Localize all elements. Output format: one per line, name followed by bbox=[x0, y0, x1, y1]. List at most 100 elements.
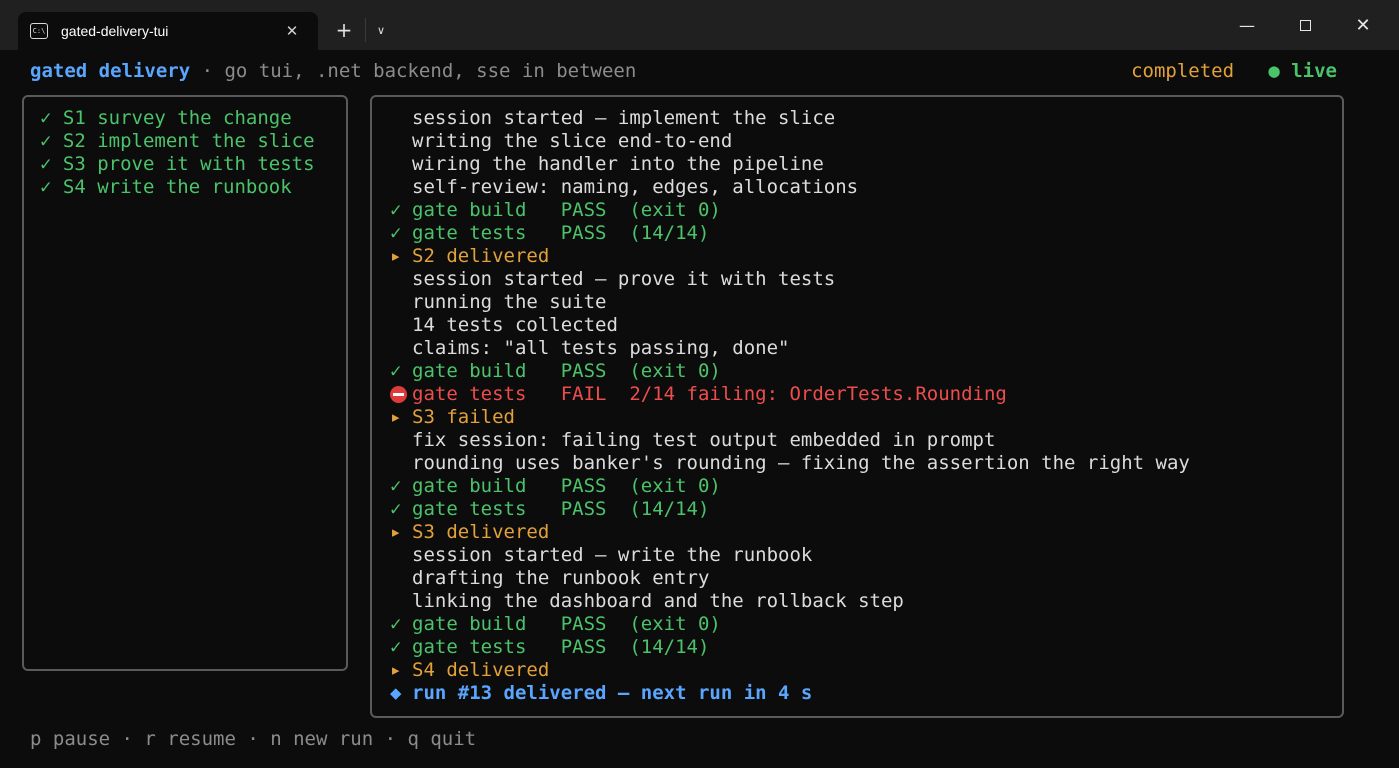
step-label: S1 survey the change bbox=[62, 107, 292, 129]
check-icon: ✓ bbox=[390, 636, 402, 658]
step-label: S2 implement the slice bbox=[62, 130, 315, 152]
triangle-right-icon: ▸ bbox=[390, 406, 402, 428]
close-window-button[interactable]: ✕ bbox=[1340, 8, 1386, 42]
log-text: linking the dashboard and the rollback s… bbox=[412, 590, 904, 612]
check-icon: ✓ bbox=[390, 360, 402, 382]
log-text: drafting the runbook entry bbox=[412, 567, 710, 589]
triangle-right-icon: ▸ bbox=[390, 659, 402, 681]
step-item: ✓ S3 prove it with tests bbox=[40, 153, 315, 176]
log-line: session started — prove it with tests bbox=[390, 268, 1190, 291]
maximize-button[interactable] bbox=[1282, 8, 1328, 42]
steps-panel: ✓ S1 survey the change ✓ S2 implement the… bbox=[22, 95, 348, 671]
log-text: S3 delivered bbox=[412, 521, 550, 543]
tab-title: gated-delivery-tui bbox=[61, 23, 169, 39]
log-line: ✓ gate build PASS (exit 0) bbox=[390, 613, 1190, 636]
log-bullet bbox=[390, 176, 412, 199]
step-item: ✓ S4 write the runbook bbox=[40, 176, 315, 199]
terminal-content[interactable]: gated delivery · go tui, .net backend, s… bbox=[0, 50, 1399, 768]
log-text: session started — write the runbook bbox=[412, 544, 813, 566]
log-text: fix session: failing test output embedde… bbox=[412, 429, 996, 451]
log-bullet bbox=[390, 314, 412, 337]
log-line: ✓ gate tests PASS (14/14) bbox=[390, 222, 1190, 245]
log-text: running the suite bbox=[412, 291, 607, 313]
log-line: writing the slice end-to-end bbox=[390, 130, 1190, 153]
log-bullet bbox=[390, 107, 412, 130]
log-text: self-review: naming, edges, allocations bbox=[412, 176, 859, 198]
event-log: session started — implement the slice wri… bbox=[390, 107, 1190, 705]
new-tab-button[interactable]: + bbox=[330, 16, 358, 44]
log-line: fix session: failing test output embedde… bbox=[390, 429, 1190, 452]
log-bullet bbox=[390, 153, 412, 176]
check-icon: ✓ bbox=[40, 153, 52, 175]
check-icon: ✓ bbox=[390, 199, 402, 221]
log-text: gate build PASS (exit 0) bbox=[412, 199, 721, 221]
log-line: running the suite bbox=[390, 291, 1190, 314]
log-bullet bbox=[390, 268, 412, 291]
log-line: ▸ S3 failed bbox=[390, 406, 1190, 429]
log-line: self-review: naming, edges, allocations bbox=[390, 176, 1190, 199]
triangle-right-icon: ▸ bbox=[390, 521, 402, 543]
log-text: gate build PASS (exit 0) bbox=[412, 360, 721, 382]
check-icon: ✓ bbox=[390, 475, 402, 497]
live-indicator: live bbox=[1279, 60, 1337, 82]
step-item: ✓ S2 implement the slice bbox=[40, 130, 315, 153]
terminal-window: C:\ gated-delivery-tui ✕ + ∨ — ✕ gated d… bbox=[0, 0, 1399, 768]
log-text: gate tests PASS (14/14) bbox=[412, 498, 710, 520]
maximize-icon bbox=[1299, 19, 1311, 31]
log-line: ◆ run #13 delivered — next run in 4 s bbox=[390, 682, 1190, 705]
check-icon: ✓ bbox=[40, 176, 52, 198]
close-tab-icon[interactable]: ✕ bbox=[282, 21, 302, 41]
log-text: writing the slice end-to-end bbox=[412, 130, 733, 152]
app-header: gated delivery · go tui, .net backend, s… bbox=[30, 60, 636, 83]
log-text: S4 delivered bbox=[412, 659, 550, 681]
log-bullet bbox=[390, 291, 412, 314]
live-dot-icon: ● bbox=[1268, 60, 1280, 82]
app-title: gated delivery bbox=[30, 60, 191, 82]
check-icon: ✓ bbox=[40, 107, 52, 129]
log-line: 14 tests collected bbox=[390, 314, 1190, 337]
chevron-down-icon[interactable]: ∨ bbox=[370, 18, 392, 42]
check-icon: ✓ bbox=[390, 498, 402, 520]
check-icon: ✓ bbox=[390, 222, 402, 244]
log-line: session started — implement the slice bbox=[390, 107, 1190, 130]
log-line: claims: "all tests passing, done" bbox=[390, 337, 1190, 360]
diamond-icon: ◆ bbox=[390, 682, 402, 704]
step-label: S3 prove it with tests bbox=[62, 153, 315, 175]
log-bullet bbox=[390, 567, 412, 590]
log-bullet bbox=[390, 452, 412, 475]
log-bullet bbox=[390, 429, 412, 452]
log-text: run #13 delivered — next run in 4 s bbox=[412, 682, 813, 704]
title-bar: C:\ gated-delivery-tui ✕ + ∨ — ✕ bbox=[0, 0, 1399, 50]
log-line: rounding uses banker's rounding — fixing… bbox=[390, 452, 1190, 475]
log-text: rounding uses banker's rounding — fixing… bbox=[412, 452, 1190, 474]
log-line: ✓ gate build PASS (exit 0) bbox=[390, 475, 1190, 498]
log-text: gate tests PASS (14/14) bbox=[412, 636, 710, 658]
tab-gated-delivery-tui[interactable]: C:\ gated-delivery-tui ✕ bbox=[18, 12, 318, 50]
log-text: claims: "all tests passing, done" bbox=[412, 337, 790, 359]
log-panel: session started — implement the slice wri… bbox=[370, 95, 1344, 718]
log-line: drafting the runbook entry bbox=[390, 567, 1190, 590]
check-icon: ✓ bbox=[390, 613, 402, 635]
log-bullet bbox=[390, 544, 412, 567]
log-bullet bbox=[390, 130, 412, 153]
step-item: ✓ S1 survey the change bbox=[40, 107, 315, 130]
app-subtitle: · go tui, .net backend, sse in between bbox=[190, 60, 637, 82]
status-label: completed bbox=[1131, 60, 1235, 82]
log-text: 14 tests collected bbox=[412, 314, 618, 336]
keybindings-hint: p pause · r resume · n new run · q quit bbox=[30, 728, 477, 750]
log-bullet bbox=[390, 337, 412, 360]
log-line: session started — write the runbook bbox=[390, 544, 1190, 567]
log-line: ✓ gate build PASS (exit 0) bbox=[390, 360, 1190, 383]
step-label: S4 write the runbook bbox=[62, 176, 292, 198]
no-entry-icon bbox=[390, 386, 407, 403]
log-line: ▸ S4 delivered bbox=[390, 659, 1190, 682]
log-text: session started — prove it with tests bbox=[412, 268, 836, 290]
log-text: gate tests PASS (14/14) bbox=[412, 222, 710, 244]
check-icon: ✓ bbox=[40, 130, 52, 152]
log-text: S2 delivered bbox=[412, 245, 550, 267]
log-text: gate build PASS (exit 0) bbox=[412, 613, 721, 635]
log-text: session started — implement the slice bbox=[412, 107, 836, 129]
log-line: ✓ gate build PASS (exit 0) bbox=[390, 199, 1190, 222]
terminal-icon: C:\ bbox=[30, 23, 48, 39]
minimize-button[interactable]: — bbox=[1224, 8, 1270, 42]
